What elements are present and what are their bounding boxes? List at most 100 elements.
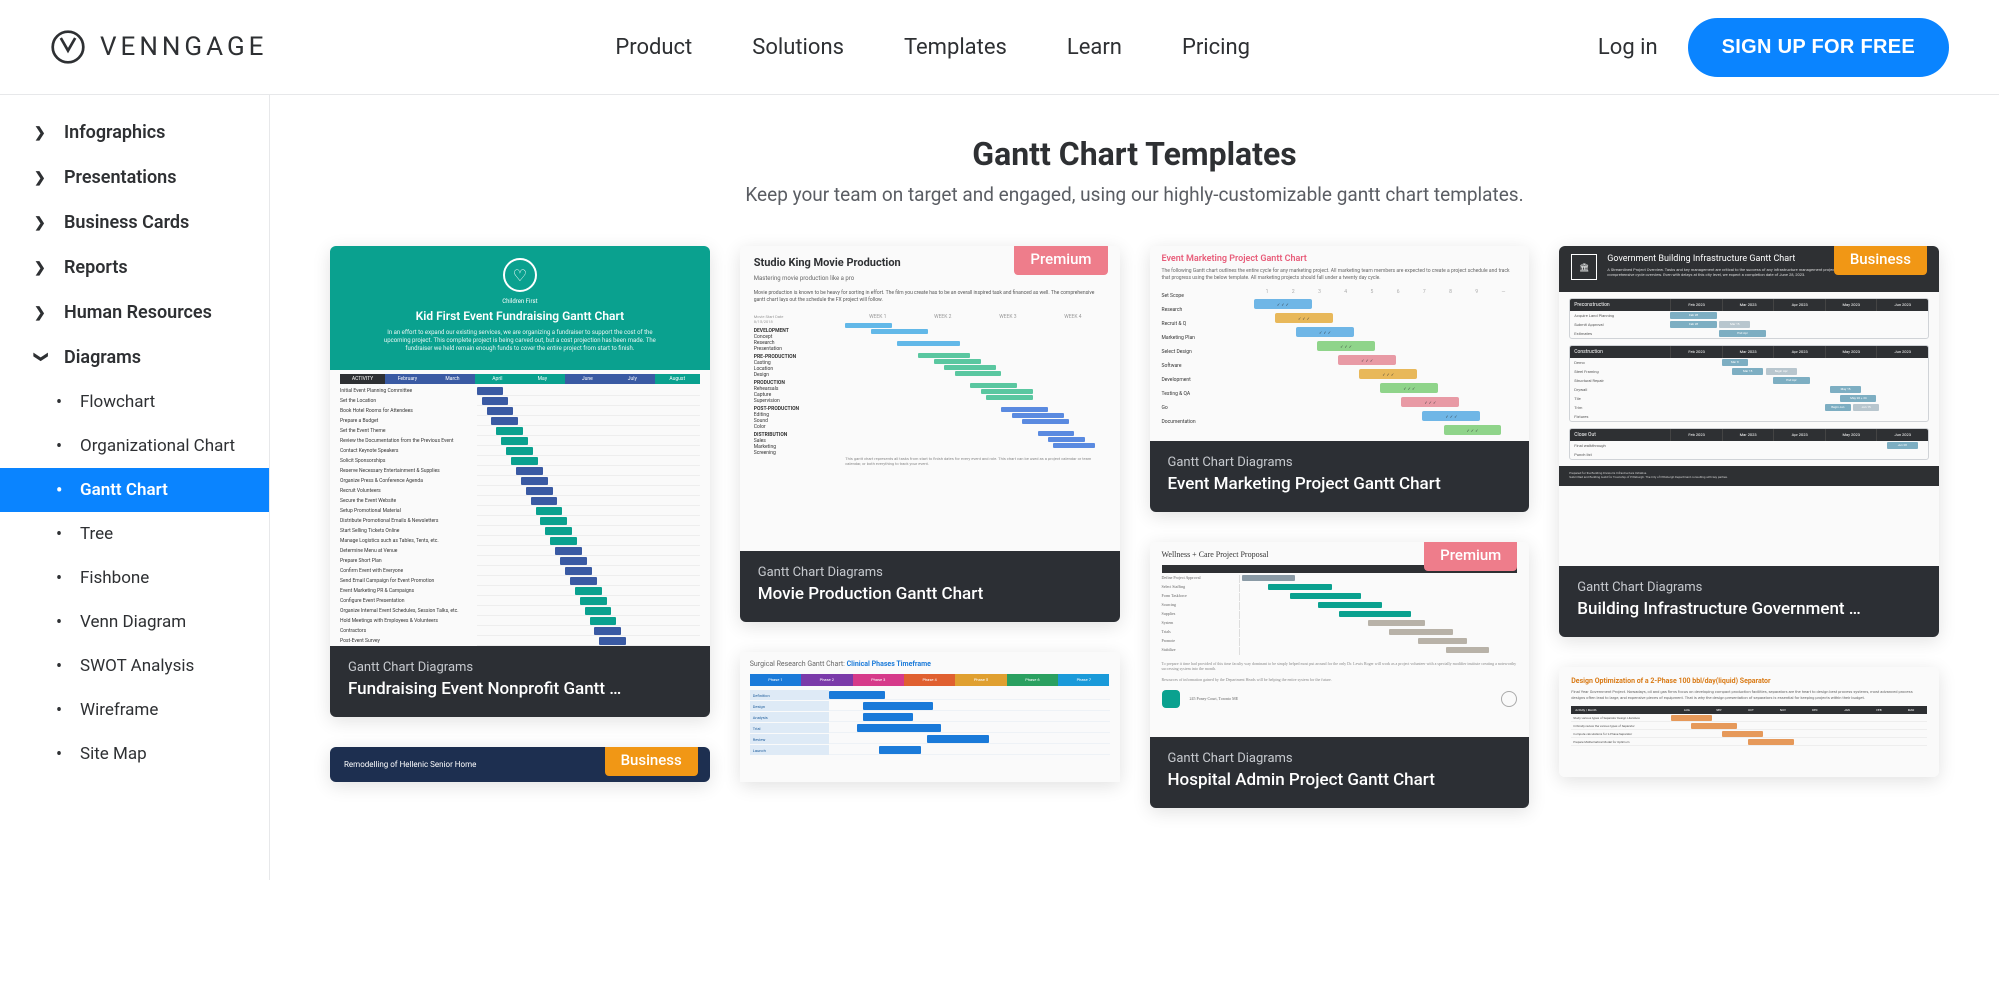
sidebar: ❯ Infographics ❯ Presentations ❯ Busines… [0, 95, 270, 880]
sidebar-sub-organizational-chart[interactable]: Organizational Chart [0, 424, 269, 468]
thumb-desc: Final Year Government Project. Nowadays,… [1571, 689, 1927, 700]
medical-icon [1501, 691, 1517, 707]
thumb-title: Surgical Research Gantt Chart: Clinical … [750, 660, 1110, 668]
template-thumb: ♡ Children First Kid First Event Fundrai… [330, 246, 710, 646]
grid-col-4: Business 🏛 Government Building Infrastru… [1559, 246, 1939, 777]
template-thumb: Studio King Movie Production 🎬 Mastering… [740, 246, 1120, 551]
m: Mar 2023 [1722, 346, 1774, 358]
sidebar-cat-label: Reports [64, 257, 128, 278]
card-footer: Gantt Chart Diagrams Building Infrastruc… [1559, 566, 1939, 637]
logo-icon [50, 29, 86, 65]
m: May 2023 [1825, 429, 1877, 441]
w: WEEK 2 [934, 314, 951, 320]
sidebar-cat-reports[interactable]: ❯ Reports [0, 245, 269, 290]
page-title: Gantt Chart Templates [330, 135, 1939, 173]
sidebar-cat-infographics[interactable]: ❯ Infographics [0, 110, 269, 155]
premium-ribbon: Premium [1424, 542, 1517, 571]
thumb-footer: Prepared for the Building Division's Inf… [1559, 466, 1939, 486]
sidebar-cat-label: Diagrams [64, 347, 141, 368]
card-footer: Gantt Chart Diagrams Fundraising Event N… [330, 646, 710, 717]
nav-templates[interactable]: Templates [904, 35, 1007, 60]
template-card-event-marketing[interactable]: Event Marketing Project Gantt Chart The … [1150, 246, 1530, 512]
sidebar-cat-presentations[interactable]: ❯ Presentations [0, 155, 269, 200]
sidebar-sub-label: SWOT Analysis [66, 656, 194, 676]
sidebar-cat-diagrams[interactable]: ❯ Diagrams [0, 335, 269, 380]
sidebar-sub-fishbone[interactable]: Fishbone [0, 556, 269, 600]
m: May 2023 [1825, 299, 1877, 311]
sidebar-sub-wireframe[interactable]: Wireframe [0, 688, 269, 732]
m: Feb 2023 [1670, 346, 1722, 358]
logo-text: VENNGAGE [100, 32, 267, 62]
m: Apr 2023 [1773, 429, 1825, 441]
sidebar-cat-business-cards[interactable]: ❯ Business Cards [0, 200, 269, 245]
template-card-hospital-admin[interactable]: Premium Wellness + Care Project Proposal… [1150, 542, 1530, 808]
card-category: Gantt Chart Diagrams [1577, 580, 1921, 595]
m: Feb 2023 [1670, 299, 1722, 311]
thumb-title: Event Marketing Project Gantt Chart [1162, 254, 1518, 264]
m: Mar 2023 [1722, 429, 1774, 441]
m: May [538, 376, 547, 382]
m: April [492, 376, 502, 382]
nav-product[interactable]: Product [615, 35, 692, 60]
sidebar-cat-human-resources[interactable]: ❯ Human Resources [0, 290, 269, 335]
template-card-movie-production[interactable]: Premium Studio King Movie Production 🎬 M… [740, 246, 1120, 622]
chevron-down-icon: ❯ [33, 351, 49, 365]
sidebar-sub-venn-diagram[interactable]: Venn Diagram [0, 600, 269, 644]
chevron-right-icon: ❯ [34, 215, 48, 231]
thumb-sub: Mastering movie production like a pro [754, 275, 1106, 282]
business-ribbon: Business [605, 747, 698, 776]
template-card-design-optimization[interactable]: Design Optimization of a 2-Phase 100 bbl… [1559, 667, 1939, 777]
sidebar-sub-site-map[interactable]: Site Map [0, 732, 269, 776]
template-thumb: Design Optimization of a 2-Phase 100 bbl… [1559, 667, 1939, 777]
grid-col-2: Premium Studio King Movie Production 🎬 M… [740, 246, 1120, 782]
sec: Preconstruction [1570, 299, 1670, 311]
sidebar-sub-gantt-chart[interactable]: Gantt Chart [0, 468, 269, 512]
chevron-right-icon: ❯ [34, 260, 48, 276]
logo[interactable]: VENNGAGE [50, 29, 267, 65]
card-category: Gantt Chart Diagrams [348, 660, 692, 675]
m: Apr 2023 [1773, 346, 1825, 358]
m: August [669, 376, 685, 382]
card-title: Fundraising Event Nonprofit Gantt … [348, 679, 692, 699]
thumb-title: Design Optimization of a 2-Phase 100 bbl… [1571, 677, 1927, 685]
template-thumb: Wellness + Care Project Proposal Define … [1150, 542, 1530, 737]
sidebar-sub-label: Tree [66, 524, 113, 544]
header-right: Log in SIGN UP FOR FREE [1598, 18, 1949, 77]
hospital-icon [1162, 690, 1180, 708]
grid-col-3: Event Marketing Project Gantt Chart The … [1150, 246, 1530, 808]
m: Apr 2023 [1773, 299, 1825, 311]
template-card-building-infrastructure[interactable]: Business 🏛 Government Building Infrastru… [1559, 246, 1939, 637]
card-footer: Gantt Chart Diagrams Event Marketing Pro… [1150, 441, 1530, 512]
card-category: Gantt Chart Diagrams [758, 565, 1102, 580]
sidebar-sub-swot-analysis[interactable]: SWOT Analysis [0, 644, 269, 688]
sidebar-sub-tree[interactable]: Tree [0, 512, 269, 556]
template-card-fundraising[interactable]: ♡ Children First Kid First Event Fundrai… [330, 246, 710, 717]
card-title: Hospital Admin Project Gantt Chart [1168, 770, 1512, 790]
login-link[interactable]: Log in [1598, 35, 1658, 60]
w: WEEK 3 [999, 314, 1016, 320]
sidebar-sub-flowchart[interactable]: Flowchart [0, 380, 269, 424]
sec: Construction [1570, 346, 1670, 358]
m: June [582, 376, 593, 382]
page-subtitle: Keep your team on target and engaged, us… [330, 183, 1939, 206]
thumb-title: Kid First Event Fundraising Gantt Chart [346, 309, 694, 323]
m: July [628, 376, 637, 382]
sidebar-cat-label: Business Cards [64, 212, 189, 233]
heart-icon: ♡ [503, 258, 537, 292]
grid-col-1: ♡ Children First Kid First Event Fundrai… [330, 246, 710, 782]
template-card-surgical-research[interactable]: Surgical Research Gantt Chart: Clinical … [740, 652, 1120, 782]
card-footer: Gantt Chart Diagrams Movie Production Ga… [740, 551, 1120, 622]
sidebar-sub-label: Organizational Chart [66, 436, 235, 456]
nav-solutions[interactable]: Solutions [752, 35, 844, 60]
nav-pricing[interactable]: Pricing [1182, 35, 1250, 60]
signup-button[interactable]: SIGN UP FOR FREE [1688, 18, 1949, 77]
chevron-right-icon: ❯ [34, 125, 48, 141]
seal-icon: 🏛 [1571, 254, 1597, 280]
template-card-remodelling[interactable]: Business Remodelling of Hellenic Senior … [330, 747, 710, 782]
card-category: Gantt Chart Diagrams [1168, 455, 1512, 470]
sidebar-cat-label: Presentations [64, 167, 176, 188]
nav-learn[interactable]: Learn [1067, 35, 1122, 60]
m: Feb 2023 [1670, 429, 1722, 441]
main-nav: Product Solutions Templates Learn Pricin… [615, 35, 1250, 60]
m: February [398, 376, 417, 382]
